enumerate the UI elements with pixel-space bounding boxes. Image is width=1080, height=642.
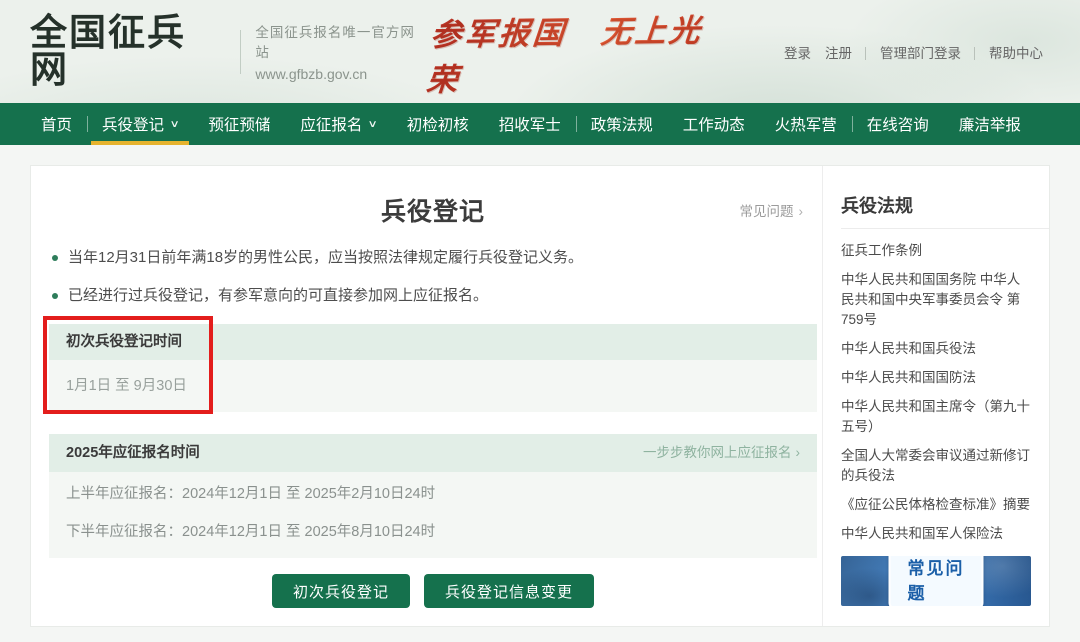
header-link[interactable]: 登录	[777, 42, 818, 62]
action-button[interactable]: 兵役登记信息变更	[424, 574, 594, 608]
signup-schedule: 上半年应征报名：2024年12月1日 至 2025年2月10日24时 下半年应征…	[49, 472, 817, 558]
faq-link[interactable]: 常见问题›	[740, 200, 804, 220]
logo-text: 全国征兵网	[30, 15, 224, 89]
main-column: 兵役登记 常见问题› 当年12月31日前年满18岁的男性公民，应当按照法律规定履…	[31, 166, 822, 626]
law-link[interactable]: 中华人民共和国国防法	[841, 368, 1031, 388]
chevron-down-icon: ∨	[368, 119, 378, 130]
nav-item[interactable]: 招收军士	[484, 103, 576, 145]
law-list: 征兵工作条例 中华人民共和国国务院 中华人民共和国中央军事委员会令 第759号 …	[841, 241, 1031, 544]
law-link[interactable]: 中华人民共和国主席令（第九十五号）	[841, 397, 1031, 437]
guide-link[interactable]: 一步步教你网上应征报名›	[643, 434, 800, 472]
law-link[interactable]: 中华人民共和国国务院 中华人民共和国中央军事委员会令 第759号	[841, 270, 1031, 330]
registration-period: 1月1日 至 9月30日	[49, 360, 817, 412]
logo-divider	[240, 30, 241, 74]
logo-url: www.gfbzb.gov.cn	[255, 66, 428, 82]
faq-banner-bubble: 常见问题	[889, 556, 984, 606]
nav-item[interactable]: 首页	[26, 103, 87, 145]
law-link[interactable]: 全国人大常委会审议通过新修订的兵役法	[841, 446, 1031, 486]
schedule-row: 上半年应征报名：2024年12月1日 至 2025年2月10日24时	[66, 484, 800, 504]
registration-box-title: 初次兵役登记时间	[66, 324, 182, 360]
site-logo[interactable]: 全国征兵网 全国征兵报名唯一官方网站 www.gfbzb.gov.cn	[30, 15, 429, 89]
registration-box-header: 初次兵役登记时间	[49, 324, 817, 360]
sidebar: 兵役法规 征兵工作条例 中华人民共和国国务院 中华人民共和国中央军事委员会令 第…	[822, 166, 1049, 626]
law-link[interactable]: 中华人民共和国兵役法	[841, 339, 1031, 359]
header-links: 登录 注册 管理部门登录 帮助中心	[777, 42, 1050, 62]
sidebar-title: 兵役法规	[841, 192, 1031, 218]
signup-box-title: 2025年应征报名时间	[66, 434, 200, 472]
nav-item[interactable]: 工作动态	[668, 103, 760, 145]
header-link[interactable]: 注册	[818, 42, 873, 62]
notice-item: 当年12月31日前年满18岁的男性公民，应当按照法律规定履行兵役登记义务。	[49, 248, 817, 268]
registration-time-box: 初次兵役登记时间 1月1日 至 9月30日	[49, 324, 817, 412]
page: 全国征兵网 全国征兵报名唯一官方网站 www.gfbzb.gov.cn 参军报国…	[0, 0, 1080, 642]
header-link[interactable]: 帮助中心	[982, 42, 1050, 62]
chevron-right-icon: ›	[799, 204, 804, 219]
law-link[interactable]: 征兵工作条例	[841, 241, 1031, 261]
schedule-row: 下半年应征报名：2024年12月1日 至 2025年8月10日24时	[66, 522, 800, 542]
notice-item: 已经进行过兵役登记，有参军意向的可直接参加网上应征报名。	[49, 286, 817, 306]
nav-item[interactable]: 政策法规	[576, 103, 668, 145]
content-card: 兵役登记 常见问题› 当年12月31日前年满18岁的男性公民，应当按照法律规定履…	[30, 165, 1050, 627]
chevron-right-icon: ›	[796, 445, 801, 460]
chevron-down-icon: ∨	[170, 119, 180, 130]
notice-list: 当年12月31日前年满18岁的男性公民，应当按照法律规定履行兵役登记义务。 已经…	[49, 248, 817, 306]
signup-box-header: 2025年应征报名时间 一步步教你网上应征报名›	[49, 434, 817, 472]
nav-item[interactable]: 初检初核	[392, 103, 484, 145]
nav-item[interactable]: 火热军营	[760, 103, 852, 145]
header-right: 参军报国 无上光荣 登录 注册 管理部门登录 帮助中心	[429, 7, 1050, 97]
nav-item[interactable]: 廉洁举报	[944, 103, 1036, 145]
content-area: 兵役登记 常见问题› 当年12月31日前年满18岁的男性公民，应当按照法律规定履…	[0, 145, 1080, 642]
sidebar-divider	[841, 228, 1049, 229]
action-buttons: 初次兵役登记 兵役登记信息变更	[49, 574, 817, 608]
main-navbar: 首页 兵役登记 ∨ 预征预储 应征报名 ∨ 初检初核	[0, 103, 1080, 145]
nav-item[interactable]: 兵役登记 ∨	[87, 103, 193, 145]
nav-item[interactable]: 应征报名 ∨	[285, 103, 391, 145]
law-link[interactable]: 《应征公民体格检查标准》摘要	[841, 495, 1031, 515]
logo-meta: 全国征兵报名唯一官方网站 www.gfbzb.gov.cn	[255, 21, 428, 82]
nav-item[interactable]: 预征预储	[193, 103, 285, 145]
site-header: 全国征兵网 全国征兵报名唯一官方网站 www.gfbzb.gov.cn 参军报国…	[0, 0, 1080, 103]
page-title: 兵役登记	[49, 192, 817, 228]
slogan-calligraphy: 参军报国 无上光荣	[425, 4, 738, 99]
title-row: 兵役登记 常见问题›	[49, 192, 817, 224]
logo-tagline: 全国征兵报名唯一官方网站	[255, 21, 428, 61]
nav-item[interactable]: 在线咨询	[852, 103, 944, 145]
signup-time-box: 2025年应征报名时间 一步步教你网上应征报名› 上半年应征报名：2024年12…	[49, 434, 817, 558]
header-link[interactable]: 管理部门登录	[873, 42, 982, 62]
action-button[interactable]: 初次兵役登记	[272, 574, 410, 608]
faq-banner[interactable]: 常见问题	[841, 556, 1031, 606]
law-link[interactable]: 中华人民共和国军人保险法	[841, 524, 1031, 544]
